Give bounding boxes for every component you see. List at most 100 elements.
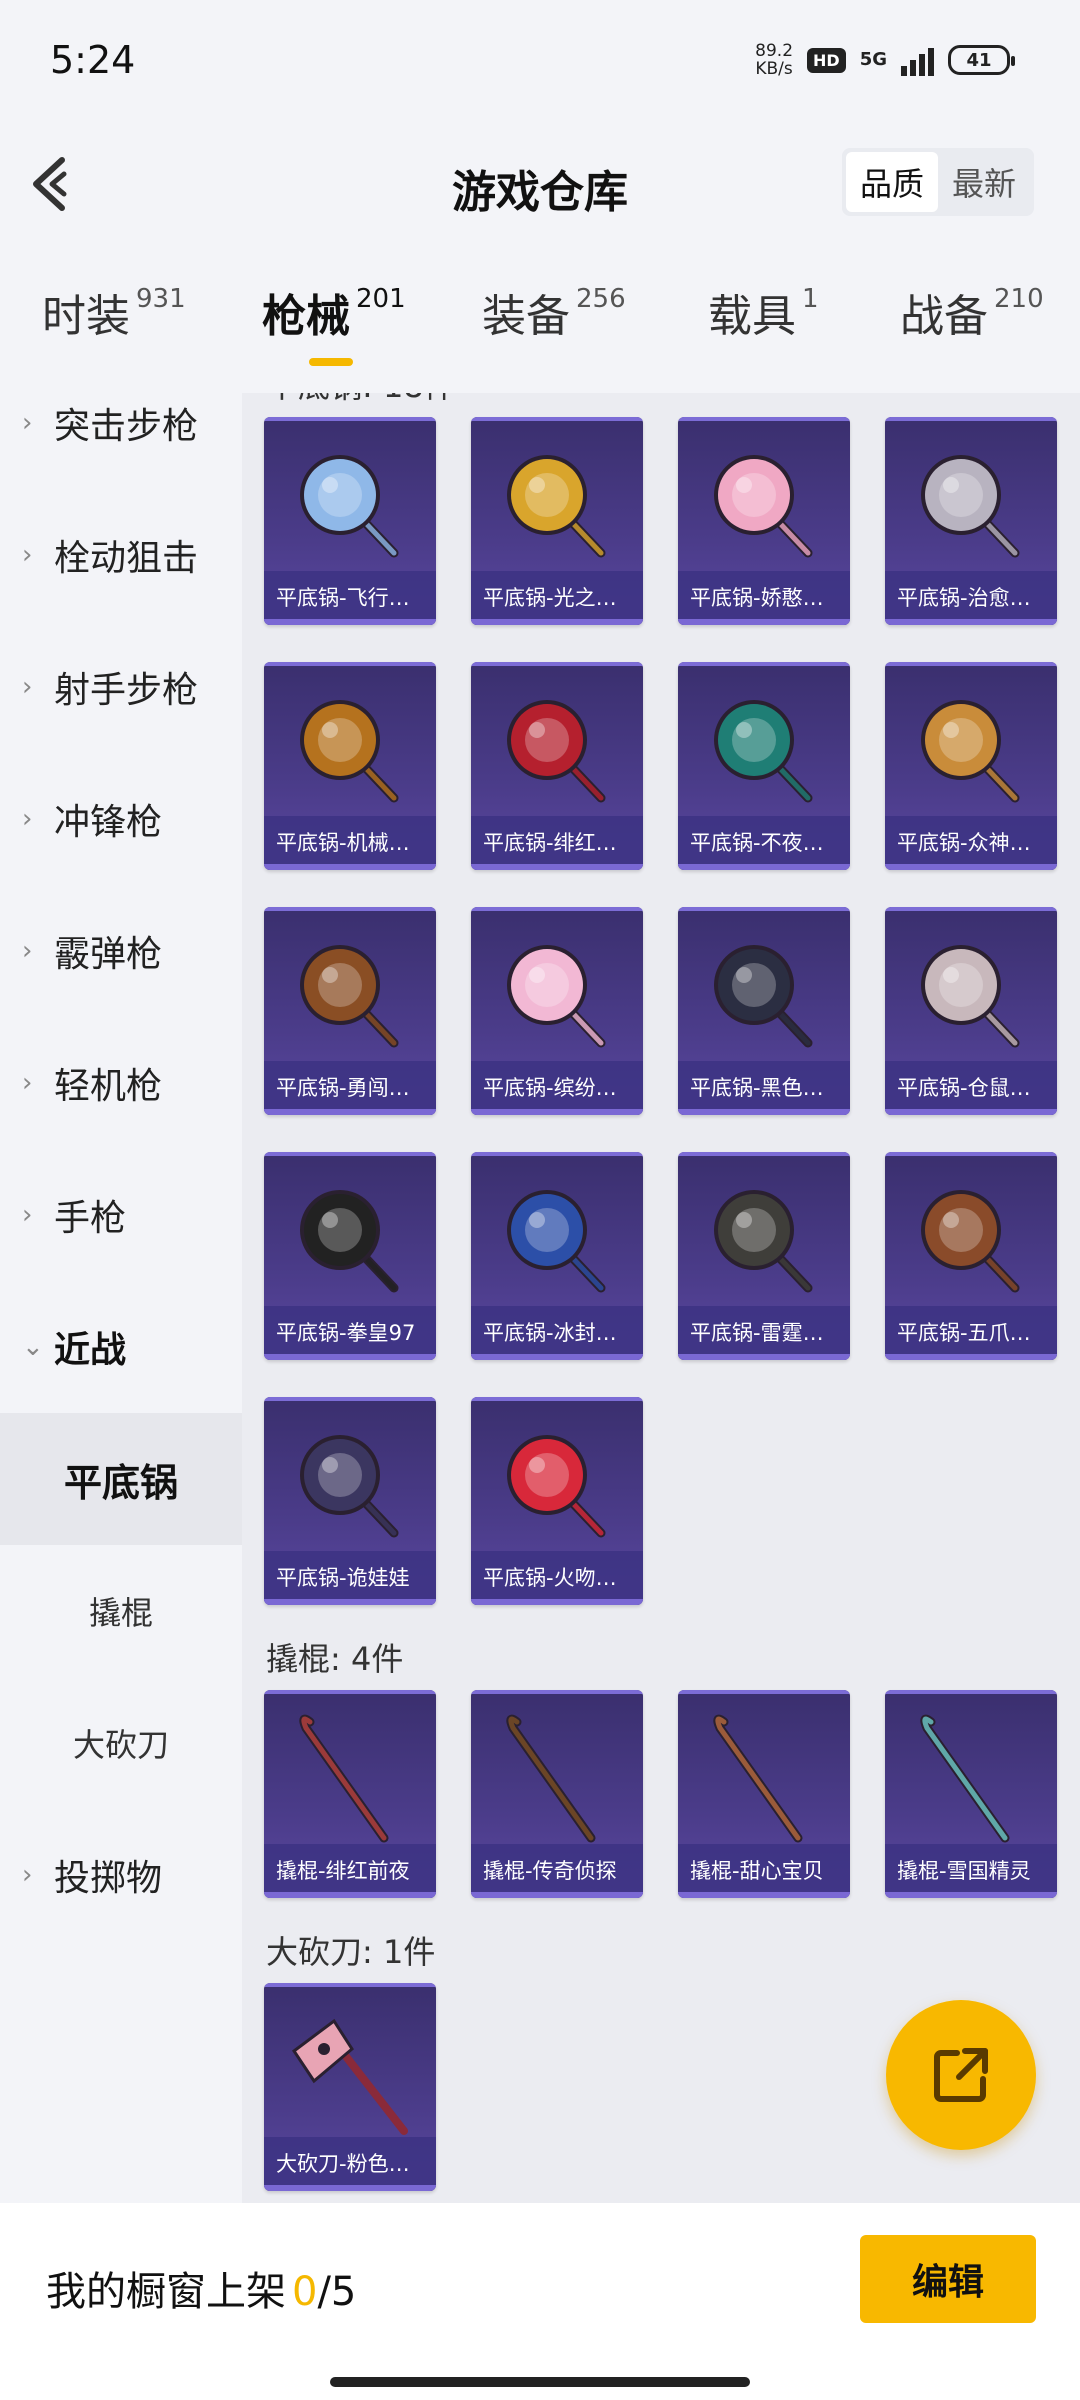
- item-name: 平底锅-机械…: [264, 816, 436, 870]
- sidebar-item-8[interactable]: 平底锅: [0, 1413, 242, 1545]
- pan-skin-image: [471, 670, 643, 820]
- item-name: 平底锅-仓鼠…: [885, 1061, 1057, 1115]
- item-card[interactable]: 平底锅-火吻…: [471, 1397, 643, 1605]
- item-card[interactable]: 撬棍-绯红前夜: [264, 1690, 436, 1898]
- item-name: 平底锅-五爪…: [885, 1306, 1057, 1360]
- sidebar-item-label: 栓动狙击: [54, 538, 199, 579]
- tab-equipment[interactable]: 装备 256: [482, 280, 626, 344]
- tab-outfits[interactable]: 时装 931: [42, 280, 186, 344]
- pan-skin-image: [264, 1160, 436, 1310]
- share-button[interactable]: [886, 2000, 1036, 2150]
- item-name: 平底锅-勇闯…: [264, 1061, 436, 1115]
- section-title: 平底锅: 18件: [266, 393, 456, 407]
- sidebar-item-0[interactable]: › 突击步枪: [0, 357, 242, 489]
- share-external-icon: [934, 2048, 988, 2102]
- item-name: 平底锅-绯红…: [471, 816, 643, 870]
- status-time: 5:24: [50, 38, 136, 82]
- sidebar-item-label: 近战: [54, 1330, 127, 1371]
- sort-toggle: 品质 最新: [842, 148, 1034, 216]
- item-card[interactable]: 撬棍-雪国精灵: [885, 1690, 1057, 1898]
- showcase-status: 我的橱窗上架 0 /5: [46, 2259, 356, 2317]
- item-name: 撬棍-传奇侦探: [471, 1844, 643, 1898]
- active-tab-indicator: [309, 358, 353, 366]
- item-card[interactable]: 平底锅-五爪…: [885, 1152, 1057, 1360]
- item-card[interactable]: 平底锅-绯红…: [471, 662, 643, 870]
- item-name: 平底锅-飞行…: [264, 571, 436, 625]
- sidebar-item-11[interactable]: › 投掷物: [0, 1809, 242, 1941]
- tab-supplies[interactable]: 战备 210: [900, 280, 1044, 344]
- item-card[interactable]: 平底锅-众神…: [885, 662, 1057, 870]
- item-card[interactable]: 平底锅-冰封…: [471, 1152, 643, 1360]
- item-name: 平底锅-光之…: [471, 571, 643, 625]
- item-name: 平底锅-冰封…: [471, 1306, 643, 1360]
- sidebar-item-label: 冲锋枪: [54, 802, 163, 843]
- item-card[interactable]: 平底锅-飞行…: [264, 417, 436, 625]
- chevron-right-icon: ›: [22, 804, 33, 834]
- item-card[interactable]: 平底锅-不夜…: [678, 662, 850, 870]
- sort-newest-option[interactable]: 最新: [938, 152, 1030, 212]
- item-card[interactable]: 平底锅-勇闯…: [264, 907, 436, 1115]
- sidebar-item-6[interactable]: › 手枪: [0, 1149, 242, 1281]
- edit-button[interactable]: 编辑: [860, 2235, 1036, 2323]
- item-card[interactable]: 撬棍-甜心宝贝: [678, 1690, 850, 1898]
- sidebar-item-label: 大砍刀: [72, 1726, 169, 1764]
- item-card[interactable]: 平底锅-黑色…: [678, 907, 850, 1115]
- item-card[interactable]: 平底锅-雷霆…: [678, 1152, 850, 1360]
- tab-firearms[interactable]: 枪械 201: [262, 280, 406, 344]
- status-bar: 5:24 89.2 KB/s HD 5G 41: [0, 0, 1080, 120]
- item-card[interactable]: 撬棍-传奇侦探: [471, 1690, 643, 1898]
- sort-quality-option[interactable]: 品质: [846, 152, 938, 212]
- item-name: 撬棍-绯红前夜: [264, 1844, 436, 1898]
- pan-skin-image: [885, 670, 1057, 820]
- sidebar-item-2[interactable]: › 射手步枪: [0, 621, 242, 753]
- item-name: 平底锅-不夜…: [678, 816, 850, 870]
- sidebar-item-10[interactable]: 大砍刀: [0, 1677, 242, 1809]
- network-speed: 89.2 KB/s: [755, 41, 794, 79]
- item-card[interactable]: 平底锅-治愈…: [885, 417, 1057, 625]
- item-name: 平底锅-治愈…: [885, 571, 1057, 625]
- section-title: 撬棍: 4件: [266, 1640, 404, 1678]
- sidebar-item-9[interactable]: 撬棍: [0, 1545, 242, 1677]
- item-name: 撬棍-雪国精灵: [885, 1844, 1057, 1898]
- bottom-bar: 我的橱窗上架 0 /5 编辑: [0, 2203, 1080, 2400]
- sidebar: › 突击步枪 › 栓动狙击 › 射手步枪 › 冲锋枪 › 霰弹枪 › 轻机枪 › 手枪 ⌄ 近战 平底锅 撬棍 大砍…: [0, 393, 242, 2203]
- item-name: 平底锅-诡娃娃: [264, 1551, 436, 1605]
- item-card[interactable]: 平底锅-诡娃娃: [264, 1397, 436, 1605]
- section-title: 大砍刀: 1件: [266, 1933, 436, 1971]
- item-card[interactable]: 平底锅-娇憨…: [678, 417, 850, 625]
- item-card[interactable]: 平底锅-仓鼠…: [885, 907, 1057, 1115]
- item-card[interactable]: 平底锅-拳皇97: [264, 1152, 436, 1360]
- sidebar-item-3[interactable]: › 冲锋枪: [0, 753, 242, 885]
- item-card[interactable]: 平底锅-机械…: [264, 662, 436, 870]
- item-card[interactable]: 平底锅-光之…: [471, 417, 643, 625]
- pan-skin-image: [471, 425, 643, 575]
- chevron-right-icon: ›: [22, 672, 33, 702]
- crowbar-skin-image: [885, 1698, 1057, 1848]
- pan-skin-image: [264, 915, 436, 1065]
- sidebar-item-label: 撬棍: [88, 1594, 153, 1632]
- item-name: 平底锅-黑色…: [678, 1061, 850, 1115]
- pan-skin-image: [678, 425, 850, 575]
- item-card[interactable]: 大砍刀-粉色…: [264, 1983, 436, 2191]
- sidebar-item-label: 射手步枪: [54, 670, 199, 711]
- sidebar-item-label: 轻机枪: [54, 1066, 163, 1107]
- sidebar-item-7[interactable]: ⌄ 近战: [0, 1281, 242, 1413]
- sidebar-item-label: 霰弹枪: [54, 934, 163, 975]
- pan-skin-image: [264, 1405, 436, 1555]
- pan-skin-image: [264, 425, 436, 575]
- tab-vehicles[interactable]: 载具 1: [708, 280, 819, 344]
- item-name: 平底锅-拳皇97: [264, 1306, 436, 1360]
- chevron-right-icon: ›: [22, 408, 33, 438]
- chevron-right-icon: ›: [22, 1860, 33, 1890]
- crowbar-skin-image: [264, 1698, 436, 1848]
- header: 游戏仓库 品质 最新: [0, 140, 1080, 230]
- sidebar-item-5[interactable]: › 轻机枪: [0, 1017, 242, 1149]
- home-indicator[interactable]: [330, 2377, 750, 2387]
- sidebar-item-1[interactable]: › 栓动狙击: [0, 489, 242, 621]
- item-card[interactable]: 平底锅-缤纷…: [471, 907, 643, 1115]
- axe-skin-image: [264, 1991, 436, 2141]
- sidebar-item-4[interactable]: › 霰弹枪: [0, 885, 242, 1017]
- hd-icon: HD: [807, 47, 846, 73]
- pan-skin-image: [885, 915, 1057, 1065]
- pan-skin-image: [264, 670, 436, 820]
